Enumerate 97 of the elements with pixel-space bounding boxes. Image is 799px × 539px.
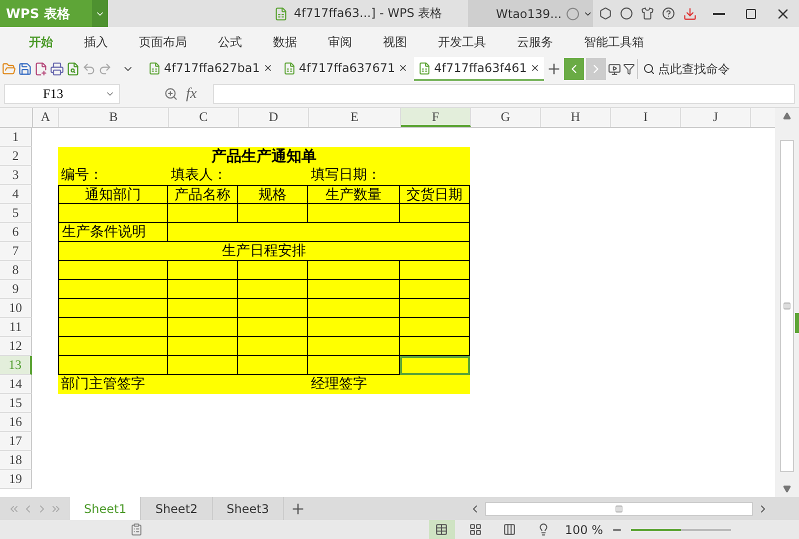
sheet-tab[interactable]: Sheet1 [70,497,142,520]
cell-text: 生产数量 [308,185,400,204]
grid-icon [469,523,482,536]
row-header[interactable]: 4 [0,185,32,204]
cell-text: 经理签字 [308,375,470,394]
row-header[interactable]: 18 [0,451,32,470]
row-header[interactable]: 16 [0,413,32,432]
row-header[interactable]: 17 [0,432,32,451]
column-header[interactable]: C [169,108,239,127]
circle-icon[interactable] [620,7,633,20]
clipboard-icon[interactable] [130,523,143,536]
maximize-icon [745,8,757,20]
zoom-level: 100 % [564,522,603,536]
column-header[interactable]: B [59,108,169,127]
cell-text: 填表人： [168,166,308,185]
scroll-thumb[interactable] [780,140,794,472]
menu-tab[interactable]: 智能工具箱 [573,27,655,57]
hexagon-icon[interactable] [599,7,612,20]
minimize-icon [713,12,725,14]
new-file-icon[interactable] [34,62,48,76]
close-icon [262,63,273,73]
spreadsheet-file-icon [418,62,432,74]
menu-tab[interactable]: 插入 [73,27,119,57]
menu-tab[interactable]: 页面布局 [128,27,198,57]
download-icon[interactable] [683,6,697,20]
cell-text: 编号： [58,166,168,185]
document-tab[interactable]: 4f717ffa63f461 [414,57,544,81]
cell-text: 规格 [238,185,308,204]
menu-tab[interactable]: 公式 [207,27,253,57]
row-header[interactable]: 11 [0,318,32,337]
row-header[interactable]: 5 [0,204,32,223]
cell-text: 填写日期： [308,166,470,185]
column-header[interactable]: F [401,108,471,127]
document-tab[interactable]: 4f717ffa637671 [278,57,412,81]
cell-text: 生产日程安排 [58,242,470,261]
print-icon[interactable] [50,62,64,76]
add-tab-icon[interactable] [546,61,562,77]
columns-icon [503,523,516,536]
row-header[interactable]: 10 [0,299,32,318]
menu-tab[interactable]: 云服务 [506,27,564,57]
normal-view-button[interactable] [428,520,455,539]
add-sheet-icon[interactable] [290,500,306,516]
column-header[interactable]: D [239,108,309,127]
row-header[interactable]: 9 [0,280,32,299]
screen-icon[interactable] [608,62,621,76]
cell-text: 生产条件说明 [58,223,168,242]
menu-tab[interactable]: 开发工具 [427,27,497,57]
column-header[interactable]: I [611,108,681,127]
column-header[interactable]: J [681,108,751,127]
side-handle[interactable] [795,313,799,333]
help-icon[interactable] [662,7,675,20]
row-header[interactable]: 6 [0,223,32,242]
column-header[interactable]: G [471,108,541,127]
open-icon[interactable] [2,62,16,76]
spreadsheet-file-icon [282,62,296,74]
menu-tab[interactable]: 数据 [262,27,308,57]
row-header[interactable]: 14 [0,375,32,394]
shirt-icon[interactable] [641,7,654,20]
spreadsheet-file-icon [274,6,288,20]
fx-label[interactable]: fx [186,86,197,102]
column-header[interactable]: H [541,108,611,127]
horizontal-scroll-thumb[interactable] [485,502,753,516]
spreadsheet-file-icon [148,62,161,74]
row-header[interactable]: 8 [0,261,32,280]
grip-icon [615,504,623,512]
menu-tab[interactable]: 审阅 [317,27,363,57]
command-search[interactable]: 点此查找命令 [636,59,730,79]
close-icon [530,63,540,73]
row-header[interactable]: 1 [0,128,32,147]
scroll-down-icon[interactable] [783,485,791,493]
row-header[interactable]: 12 [0,337,32,356]
row-header[interactable]: 15 [0,394,32,413]
close-icon [398,63,408,73]
table-icon [435,523,448,536]
filter-icon[interactable] [622,63,635,75]
scroll-up-icon[interactable] [783,112,791,120]
document-tab[interactable]: 4f717ffa627ba1 [144,57,277,81]
row-header[interactable]: 3 [0,166,32,185]
grip-icon [783,302,791,310]
preview-icon[interactable] [66,62,80,76]
form-title: 产品生产通知单 [58,147,470,166]
cell-text: 交货日期 [400,185,470,204]
formula-input[interactable] [212,84,795,104]
zoom-icon[interactable] [164,87,178,101]
row-header[interactable]: 19 [0,470,32,489]
cell-text: 产品名称 [168,185,238,204]
cell-text: 通知部门 [58,185,168,204]
save-icon[interactable] [18,62,32,76]
row-header[interactable]: 7 [0,242,32,261]
search-icon [642,63,655,75]
window-title: 4f717ffa63...] - WPS 表格 [294,5,442,22]
name-box[interactable]: F13 [4,84,120,104]
row-header[interactable]: 2 [0,147,32,166]
column-header[interactable]: A [33,108,59,127]
menu-tab[interactable]: 视图 [372,27,418,57]
lightbulb-icon [537,523,550,536]
cell-text: 部门主管签字 [58,375,308,394]
